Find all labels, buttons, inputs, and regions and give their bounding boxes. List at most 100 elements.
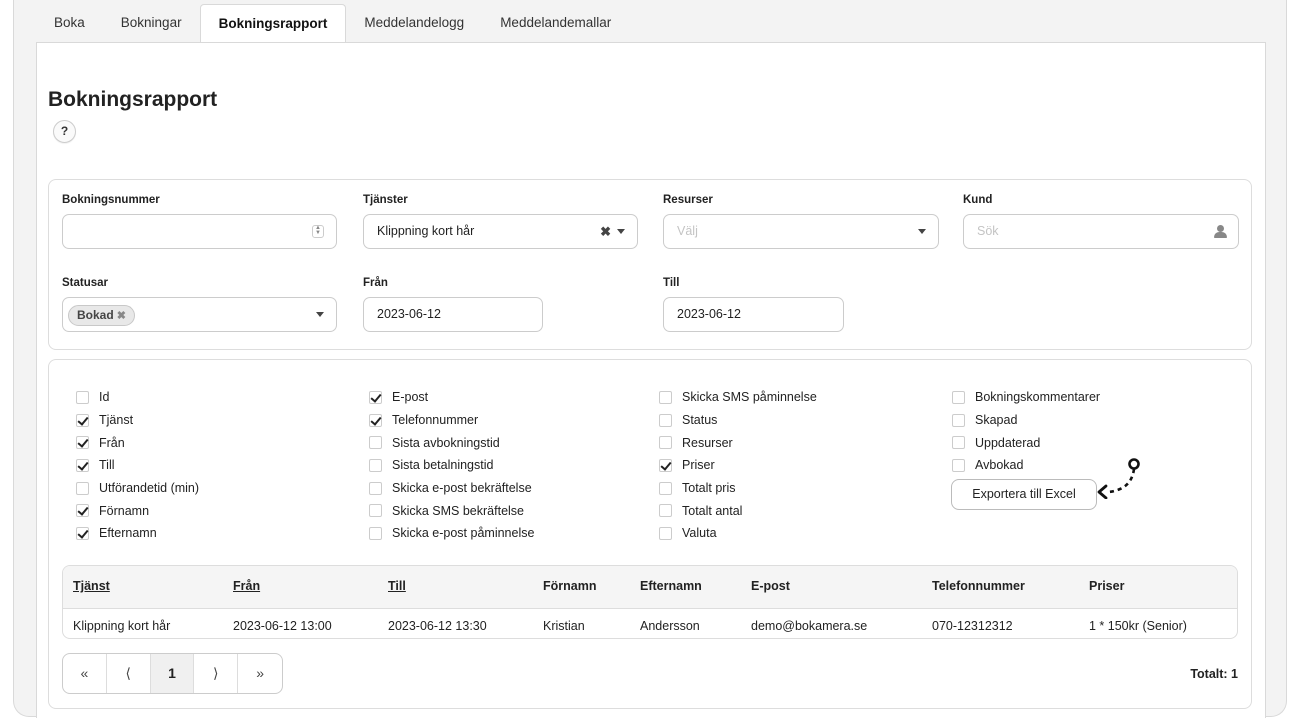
column-option[interactable]: Sista avbokningstid — [369, 431, 534, 454]
clear-icon[interactable]: ✖ — [600, 215, 611, 248]
chevron-down-icon — [918, 229, 926, 234]
tab-meddelandelogg[interactable]: Meddelandelogg — [346, 4, 482, 42]
to-date-input[interactable]: 2023-06-12 — [663, 297, 844, 332]
services-label: Tjänster — [363, 194, 408, 206]
column-option[interactable]: Priser — [659, 454, 817, 477]
column-option[interactable]: E-post — [369, 386, 534, 409]
checkbox[interactable] — [952, 436, 965, 450]
checkbox-label: Från — [99, 435, 125, 450]
checkbox[interactable] — [659, 390, 672, 404]
checkbox[interactable] — [76, 390, 89, 404]
column-option[interactable]: Efternamn — [76, 522, 199, 545]
customer-search-input[interactable]: Sök — [963, 214, 1239, 249]
th-phone: Telefonnummer — [932, 579, 1025, 593]
column-option[interactable]: Skicka e-post påminnelse — [369, 522, 534, 545]
checkbox[interactable] — [369, 504, 382, 518]
column-option[interactable]: Utförandetid (min) — [76, 477, 199, 500]
status-tag[interactable]: Bokad ✖ — [68, 305, 135, 326]
cell-lastname: Andersson — [640, 619, 700, 633]
th-from[interactable]: Från — [233, 579, 260, 593]
column-option[interactable]: Totalt pris — [659, 477, 817, 500]
column-option[interactable]: Totalt antal — [659, 499, 817, 522]
checkbox[interactable] — [952, 458, 965, 472]
last-page-button[interactable]: » — [238, 654, 282, 693]
next-page-button[interactable]: ⟩ — [194, 654, 239, 693]
checkbox[interactable] — [659, 526, 672, 540]
th-prices: Priser — [1089, 579, 1125, 593]
chevron-down-icon — [316, 312, 324, 317]
checkbox[interactable] — [369, 458, 382, 472]
column-option[interactable]: Skicka SMS påminnelse — [659, 386, 817, 409]
th-to[interactable]: Till — [388, 579, 406, 593]
column-option[interactable]: Tjänst — [76, 409, 199, 432]
export-excel-button[interactable]: Exportera till Excel — [951, 479, 1097, 510]
tab-bokningar[interactable]: Bokningar — [103, 4, 200, 42]
tab-bar: Boka Bokningar Bokningsrapport Meddeland… — [36, 4, 629, 43]
page-1-button[interactable]: 1 — [150, 654, 195, 693]
first-page-button[interactable]: « — [63, 654, 107, 693]
tab-bokningsrapport[interactable]: Bokningsrapport — [199, 4, 347, 43]
column-option[interactable]: Skapad — [952, 409, 1100, 432]
prev-page-button[interactable]: ⟨ — [107, 654, 151, 693]
page-title: Bokningsrapport — [48, 88, 218, 111]
checkbox[interactable] — [76, 436, 89, 450]
checkbox[interactable] — [369, 526, 382, 540]
checkbox[interactable] — [659, 504, 672, 518]
checkbox[interactable] — [76, 481, 89, 495]
column-option[interactable]: Resurser — [659, 431, 817, 454]
booking-number-input[interactable]: ▲ ▼ — [62, 214, 337, 249]
customer-placeholder: Sök — [977, 224, 999, 238]
column-option[interactable]: Till — [76, 454, 199, 477]
cell-to: 2023-06-12 13:30 — [388, 619, 487, 633]
resources-placeholder: Välj — [677, 224, 698, 238]
checkbox[interactable] — [76, 504, 89, 518]
column-options-1: Id Tjänst Från Till Utförandetid (min) Förnam… — [76, 386, 199, 545]
column-option[interactable]: Valuta — [659, 522, 817, 545]
tab-meddelandemallar[interactable]: Meddelandemallar — [482, 4, 629, 42]
tab-boka[interactable]: Boka — [36, 4, 103, 42]
checkbox[interactable] — [369, 390, 382, 404]
column-option[interactable]: Bokningskommentarer — [952, 386, 1100, 409]
statuses-label: Statusar — [62, 277, 109, 289]
checkbox[interactable] — [76, 458, 89, 472]
chevron-down-icon — [617, 229, 625, 234]
checkbox-label: Id — [99, 390, 110, 405]
th-lastname: Efternamn — [640, 579, 702, 593]
checkbox[interactable] — [76, 413, 89, 427]
checkbox[interactable] — [369, 436, 382, 450]
help-button[interactable]: ? — [53, 120, 76, 143]
checkbox[interactable] — [952, 390, 965, 404]
checkbox-label: Valuta — [682, 526, 717, 541]
th-service[interactable]: Tjänst — [73, 579, 110, 593]
checkbox[interactable] — [659, 458, 672, 472]
checkbox[interactable] — [659, 481, 672, 495]
booking-number-label: Bokningsnummer — [62, 194, 160, 206]
checkbox[interactable] — [659, 413, 672, 427]
statuses-select[interactable]: Bokad ✖ — [62, 297, 337, 332]
stepper-icon[interactable]: ▲ ▼ — [312, 225, 324, 238]
checkbox[interactable] — [369, 413, 382, 427]
resources-label: Resurser — [663, 194, 713, 206]
column-option[interactable]: Från — [76, 431, 199, 454]
checkbox[interactable] — [952, 413, 965, 427]
checkbox[interactable] — [76, 526, 89, 540]
column-option[interactable]: Status — [659, 409, 817, 432]
column-option[interactable]: Uppdaterad — [952, 431, 1100, 454]
checkbox[interactable] — [369, 481, 382, 495]
column-option[interactable]: Avbokad — [952, 454, 1100, 477]
resources-select[interactable]: Välj — [663, 214, 939, 249]
checkbox-label: Efternamn — [99, 526, 157, 541]
services-select[interactable]: Klippning kort hår ✖ — [363, 214, 638, 249]
column-option[interactable]: Id — [76, 386, 199, 409]
checkbox-label: Status — [682, 413, 718, 428]
column-option[interactable]: Förnamn — [76, 499, 199, 522]
column-option[interactable]: Skicka SMS bekräftelse — [369, 499, 534, 522]
column-option[interactable]: Telefonnummer — [369, 409, 534, 432]
cell-prices: 1 * 150kr (Senior) — [1089, 619, 1187, 633]
checkbox-label: Priser — [682, 458, 715, 473]
checkbox[interactable] — [659, 436, 672, 450]
column-option[interactable]: Sista betalningstid — [369, 454, 534, 477]
column-options-2: E-post Telefonnummer Sista avbokningstid Si… — [369, 386, 534, 545]
column-option[interactable]: Skicka e-post bekräftelse — [369, 477, 534, 500]
from-date-input[interactable]: 2023-06-12 — [363, 297, 543, 332]
